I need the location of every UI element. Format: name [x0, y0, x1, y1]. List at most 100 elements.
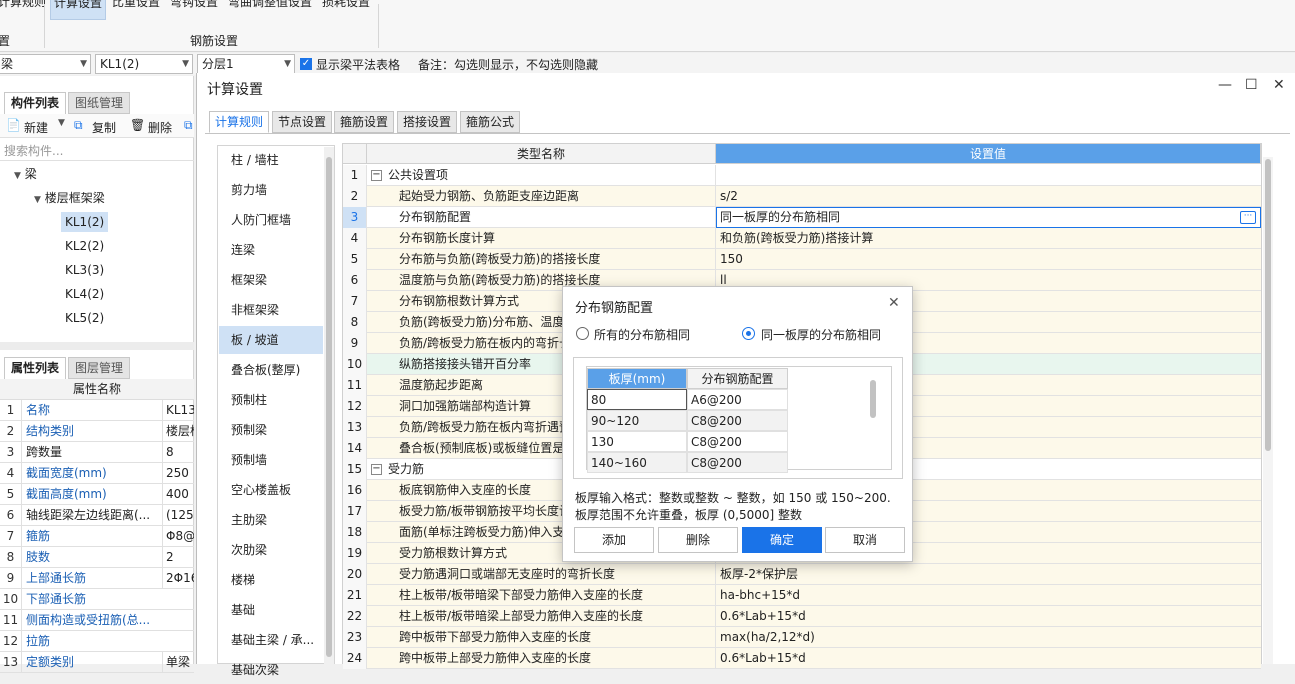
category-item[interactable]: 板 / 坡道 [219, 326, 323, 354]
group-row[interactable]: 1− 公共设置项 [343, 165, 1261, 186]
chevron-down-icon[interactable]: ▼ [58, 118, 65, 128]
row-value[interactable]: 0.6*Lab+15*d [720, 648, 1260, 668]
prop-row[interactable]: 12 拉筋 [0, 631, 194, 652]
category-item[interactable]: 基础主梁 / 承... [219, 626, 323, 654]
tab-property-list[interactable]: 属性列表 [4, 357, 67, 379]
tab-layer-management[interactable]: 图层管理 [68, 357, 131, 379]
category-item[interactable]: 主肋梁 [219, 506, 323, 534]
table-row[interactable]: 2 起始受力钢筋、负筋距支座边距离 s/2 [343, 186, 1261, 207]
tab-stirrup-formula[interactable]: 箍筋公式 [460, 111, 521, 133]
radio-all-same-label[interactable]: 所有的分布筋相同 [594, 326, 690, 343]
cancel-button[interactable]: 取消 [825, 527, 905, 553]
prop-value[interactable]: 2 [162, 547, 194, 567]
radio-all-same[interactable] [576, 327, 589, 340]
prop-value[interactable]: (125) [162, 505, 194, 525]
row-value[interactable]: ha-bhc+15*d [720, 585, 1260, 605]
collapse-icon[interactable]: − [371, 170, 382, 181]
category-item[interactable]: 预制柱 [219, 386, 323, 414]
tab-node-settings[interactable]: 节点设置 [272, 111, 333, 133]
category-item[interactable]: 楼梯 [219, 566, 323, 594]
prop-row[interactable]: 7 箍筋 Φ8@ [0, 526, 194, 547]
row-value[interactable]: s/2 [720, 186, 1260, 206]
thickness-cell[interactable]: 140~160 [587, 452, 687, 473]
scroll-thumb[interactable] [1265, 159, 1271, 451]
collapse-icon[interactable]: − [371, 464, 382, 475]
tab-drawing-management[interactable]: 图纸管理 [68, 92, 131, 114]
table-row[interactable]: 22 柱上板带/板带暗梁上部受力筋伸入支座的长度 0.6*Lab+15*d [343, 606, 1261, 627]
prop-row[interactable]: 11 侧面构造或受扭筋(总... [0, 610, 194, 631]
table-row[interactable]: 21 柱上板带/板带暗梁下部受力筋伸入支座的长度 ha-bhc+15*d [343, 585, 1261, 606]
prop-row[interactable]: 9 上部通长筋 2Φ16 [0, 568, 194, 589]
prop-row[interactable]: 5 截面高度(mm) 400 [0, 484, 194, 505]
radio-same-thickness-label[interactable]: 同一板厚的分布筋相同 [761, 326, 881, 343]
table-row[interactable]: 20 受力筋遇洞口或端部无支座时的弯折长度 板厚-2*保护层 [343, 564, 1261, 585]
component-type-combo[interactable]: 梁 ▼ [0, 54, 91, 74]
category-item[interactable]: 基础 [219, 596, 323, 624]
thickness-cell[interactable]: 130 [587, 431, 687, 452]
tree-group[interactable]: ▼ 楼层框架梁 [34, 188, 105, 208]
tab-component-list[interactable]: 构件列表 [4, 92, 67, 114]
tab-lap-settings[interactable]: 搭接设置 [397, 111, 458, 133]
ribbon-tab-calc-settings[interactable]: 计算设置 [50, 0, 107, 20]
row-value[interactable]: max(ha/2,12*d) [720, 627, 1260, 647]
delete-button[interactable]: 删除 [658, 527, 738, 553]
ribbon-tab-ratio-settings[interactable]: 比重设置 [112, 0, 160, 20]
category-item[interactable]: 空心楼盖板 [219, 476, 323, 504]
copy-button[interactable]: 复制 [92, 119, 116, 136]
scroll-thumb[interactable] [870, 380, 876, 418]
more-icon[interactable]: ⧉ [184, 118, 193, 133]
delete-button[interactable]: 删除 [148, 119, 172, 136]
category-item[interactable]: 柱 / 墙柱 [219, 146, 323, 174]
prop-value[interactable]: 400 [162, 484, 194, 504]
component-name-combo[interactable]: KL1(2) ▼ [95, 54, 193, 74]
category-item[interactable]: 预制梁 [219, 416, 323, 444]
config-cell[interactable]: C8@200 [687, 410, 788, 431]
category-item[interactable]: 次肋梁 [219, 536, 323, 564]
thickness-cell[interactable]: 80 [587, 389, 687, 410]
prop-row[interactable]: 4 截面宽度(mm) 250 [0, 463, 194, 484]
prop-row[interactable]: 3 跨数量 8 [0, 442, 194, 463]
minimize-icon[interactable]: — [1218, 77, 1232, 93]
prop-value[interactable]: Φ8@ [162, 526, 194, 546]
tree-item-kl4[interactable]: KL4(2) [65, 284, 104, 304]
table-row[interactable]: 3 分布钢筋配置 同一板厚的分布筋相同 ··· [343, 207, 1261, 228]
ribbon-tab-hook-settings[interactable]: 弯钩设置 [170, 0, 218, 20]
tab-stirrup-settings[interactable]: 箍筋设置 [334, 111, 395, 133]
table-row[interactable]: 23 跨中板带下部受力筋伸入支座的长度 max(ha/2,12*d) [343, 627, 1261, 648]
panel-splitter[interactable] [0, 342, 194, 350]
tree-item-kl1[interactable]: KL1(2) [61, 212, 109, 232]
prop-row[interactable]: 6 轴线距梁左边线距离(... (125) [0, 505, 194, 526]
maximize-icon[interactable]: ☐ [1245, 77, 1258, 93]
scroll-thumb[interactable] [326, 157, 332, 657]
category-item[interactable]: 框架梁 [219, 266, 323, 294]
prop-value[interactable]: 楼层框 [162, 421, 194, 441]
config-cell[interactable]: C8@200 [687, 431, 788, 452]
config-cell[interactable]: A6@200 [687, 389, 788, 410]
tree-item-kl2[interactable]: KL2(2) [65, 236, 104, 256]
prop-row[interactable]: 13 定额类别 单梁 [0, 652, 194, 673]
grid-scrollbar[interactable] [1263, 157, 1273, 664]
prop-value[interactable]: 单梁 [162, 652, 194, 672]
component-search-input[interactable]: 搜索构件... [4, 142, 63, 159]
category-scrollbar[interactable] [324, 147, 334, 664]
prop-value[interactable]: 2Φ16 [162, 568, 194, 588]
ribbon-tab-calc-rules[interactable]: 计算规则 [0, 0, 46, 20]
category-item[interactable]: 非框架梁 [219, 296, 323, 324]
thickness-cell[interactable]: 90~120 [587, 410, 687, 431]
prop-value[interactable]: 250 [162, 463, 194, 483]
prop-row[interactable]: 2 结构类别 楼层框 [0, 421, 194, 442]
category-item[interactable]: 人防门框墙 [219, 206, 323, 234]
current-cell[interactable]: ··· [716, 207, 1261, 228]
row-value[interactable]: 150 [720, 249, 1260, 269]
config-cell[interactable]: C8@200 [687, 452, 788, 473]
tree-root[interactable]: ▼ 梁 [14, 164, 37, 184]
category-item[interactable]: 叠合板(整厚) [219, 356, 323, 384]
ribbon-tab-bend-adjust[interactable]: 弯曲调整值设置 [228, 0, 312, 20]
prop-row[interactable]: 1 名称 KL13 [0, 400, 194, 421]
table-row[interactable]: 24 跨中板带上部受力筋伸入支座的长度 0.6*Lab+15*d [343, 648, 1261, 669]
table-row[interactable]: 4 分布钢筋长度计算 和负筋(跨板受力筋)搭接计算 [343, 228, 1261, 249]
category-item[interactable]: 基础次梁 [219, 656, 323, 684]
ok-button[interactable]: 确定 [742, 527, 822, 553]
prop-value[interactable]: KL13 [162, 400, 194, 420]
category-item[interactable]: 预制墙 [219, 446, 323, 474]
